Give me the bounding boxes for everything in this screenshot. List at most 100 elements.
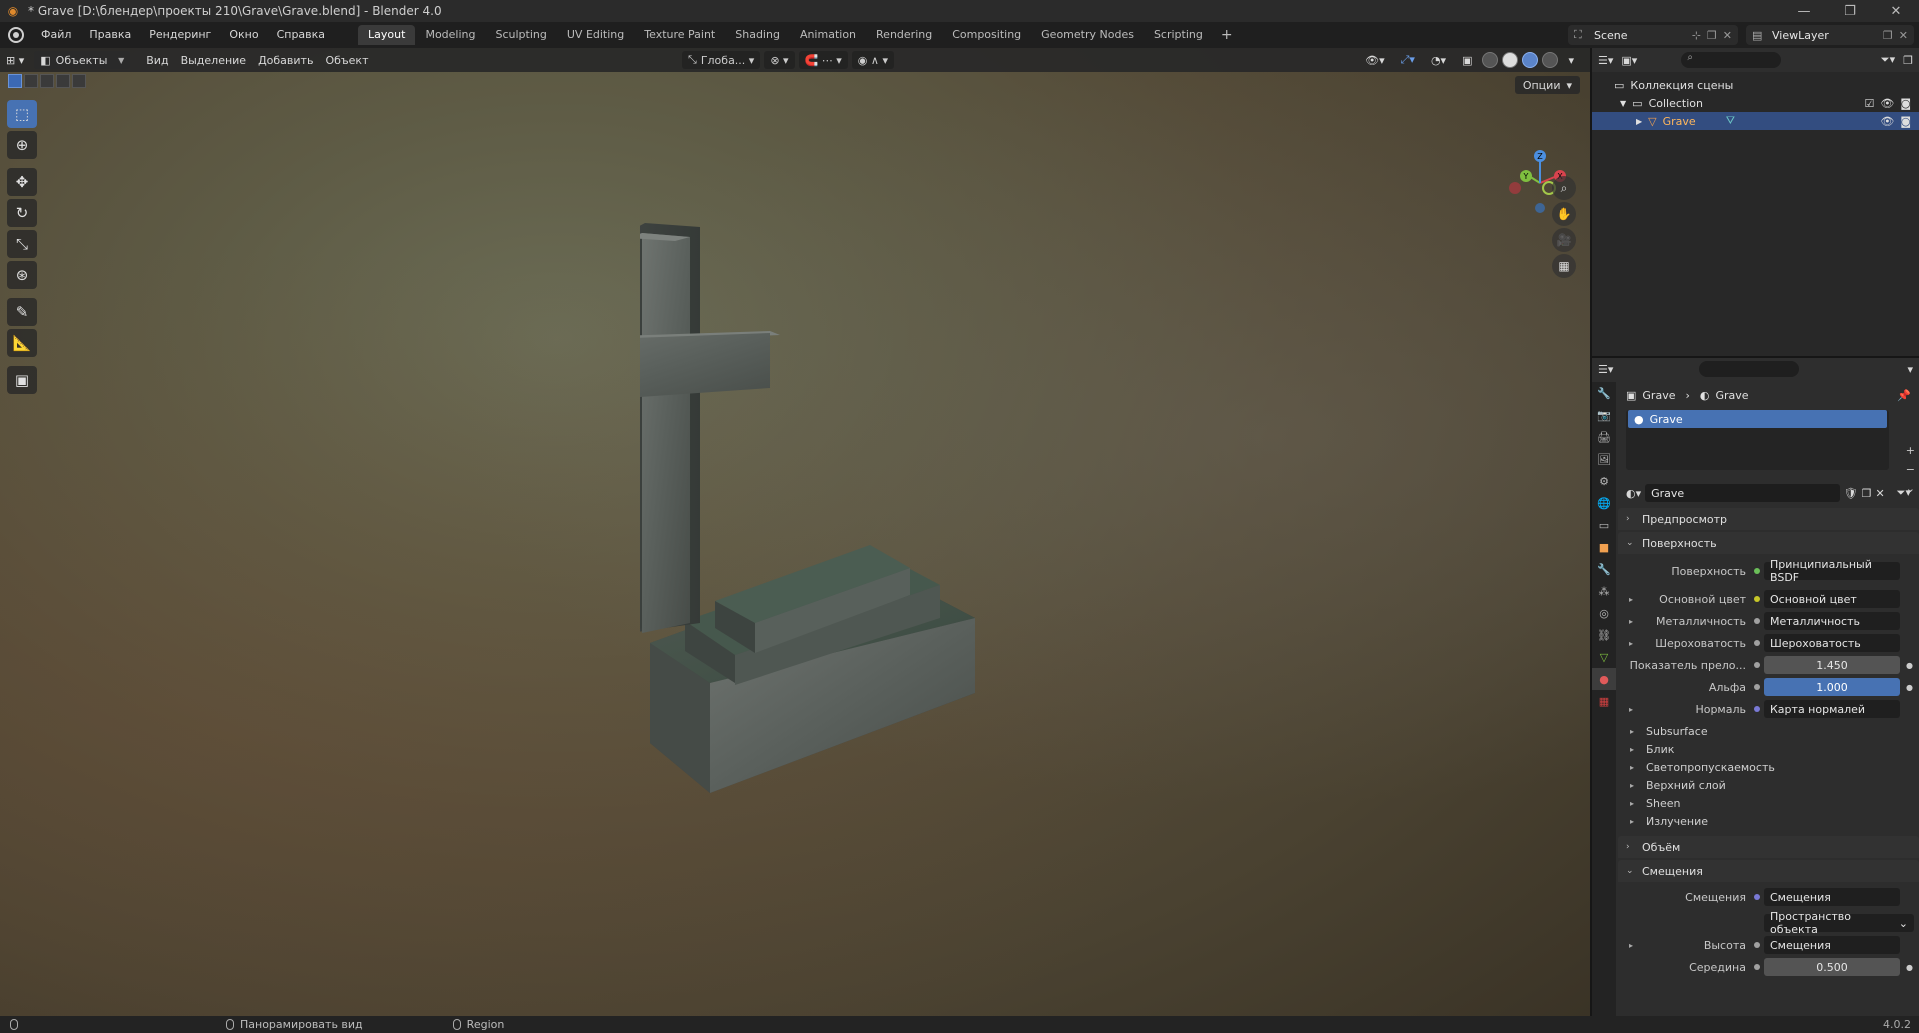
select-extend-icon[interactable]	[24, 74, 38, 88]
delete-scene-icon[interactable]: ✕	[1723, 29, 1732, 42]
blender-menu-icon[interactable]	[8, 27, 24, 43]
camera-view-icon[interactable]: 🎥	[1552, 228, 1576, 252]
physics-tab-icon[interactable]: ◎	[1592, 602, 1616, 624]
camera-icon[interactable]: ◙	[1900, 115, 1911, 128]
pivot-point-select[interactable]: ⊗ ▾	[764, 51, 795, 69]
tab-animation[interactable]: Animation	[790, 25, 866, 45]
rendered-shading-button[interactable]	[1542, 52, 1559, 68]
menu-object[interactable]: Объект	[319, 51, 374, 69]
modifier-tab-icon[interactable]: 🔧	[1592, 558, 1616, 580]
close-button[interactable]: ✕	[1873, 0, 1919, 22]
displacement-panel-header[interactable]: ⌄ Смещения	[1618, 860, 1919, 882]
shading-options-icon[interactable]: ▾	[1562, 51, 1580, 69]
outliner-object-row[interactable]: ▶ ▽ Grave ⛛ 👁 ◙	[1592, 112, 1919, 130]
tab-texture-paint[interactable]: Texture Paint	[634, 25, 725, 45]
minimize-button[interactable]: —	[1781, 0, 1827, 22]
eye-icon[interactable]: 👁	[1880, 115, 1894, 128]
constraints-tab-icon[interactable]: ⛓	[1592, 624, 1616, 646]
roughness-input[interactable]: Шероховатость	[1764, 634, 1900, 652]
hand-pan-icon[interactable]: ✋	[1552, 202, 1576, 226]
expand-arrow-icon[interactable]: ▸	[1624, 595, 1638, 604]
visibility-icon[interactable]: 👁▾	[1359, 51, 1391, 69]
outliner-search-input[interactable]: ⌕	[1681, 52, 1782, 68]
keyframe-dot-icon[interactable]: ●	[1906, 683, 1914, 692]
base-color-input[interactable]: Основной цвет	[1764, 590, 1900, 608]
tab-rendering[interactable]: Rendering	[866, 25, 942, 45]
alpha-slider[interactable]: 1.000	[1764, 678, 1900, 696]
menu-edit[interactable]: Правка	[80, 22, 140, 48]
outliner-editor-icon[interactable]: ☰▾	[1598, 54, 1613, 67]
midlevel-field[interactable]: 0.500	[1764, 958, 1900, 976]
rotate-tool[interactable]: ↻	[7, 199, 37, 227]
tool-tab-icon[interactable]: 🔧	[1592, 382, 1616, 404]
select-invert-icon[interactable]	[72, 74, 86, 88]
xray-icon[interactable]: ▣	[1456, 51, 1478, 69]
tab-modeling[interactable]: Modeling	[415, 25, 485, 45]
data-tab-icon[interactable]: ▽	[1592, 646, 1616, 668]
maximize-button[interactable]: ❐	[1827, 0, 1873, 22]
duplicate-material-icon[interactable]: ❐	[1862, 487, 1872, 500]
unlink-material-icon[interactable]: ✕	[1875, 487, 1884, 500]
view-layer-selector[interactable]: ▤ ViewLayer ❐ ✕	[1746, 25, 1914, 45]
gizmo-neg-x-axis[interactable]	[1509, 182, 1521, 194]
proportional-editing-toggle[interactable]: ◉ ∧ ▾	[851, 51, 894, 69]
keyframe-dot-icon[interactable]: ●	[1906, 963, 1914, 972]
menu-help[interactable]: Справка	[268, 22, 334, 48]
subpanel-emission[interactable]: ▸ Излучение	[1618, 812, 1919, 830]
expand-arrow-icon[interactable]: ▶	[1636, 117, 1642, 126]
eye-icon[interactable]: 👁	[1880, 97, 1894, 110]
snap-toggle[interactable]: 🧲 ⋯ ▾	[798, 51, 848, 69]
mode-select[interactable]: ◧ Объекты ▼	[34, 51, 131, 69]
zoom-icon[interactable]: ⌕	[1552, 176, 1576, 200]
options-dropdown[interactable]: Опции ▾	[1514, 76, 1580, 94]
select-subtract-icon[interactable]	[40, 74, 54, 88]
volume-panel-header[interactable]: › Объём	[1618, 836, 1919, 858]
tab-uv-editing[interactable]: UV Editing	[557, 25, 634, 45]
tab-shading[interactable]: Shading	[725, 25, 790, 45]
collection-row[interactable]: ▼ ▭ Collection ☑ 👁 ◙	[1592, 94, 1919, 112]
object-tab-icon[interactable]: ■	[1592, 536, 1616, 558]
tab-compositing[interactable]: Compositing	[942, 25, 1031, 45]
measure-tool[interactable]: 📐	[7, 329, 37, 357]
display-mode-icon[interactable]: ▣▾	[1621, 54, 1637, 67]
menu-select[interactable]: Выделение	[175, 51, 253, 69]
render-tab-icon[interactable]: 📷	[1592, 404, 1616, 426]
new-scene-icon[interactable]: ❐	[1707, 29, 1717, 42]
tab-layout[interactable]: Layout	[358, 25, 416, 45]
menu-render[interactable]: Рендеринг	[140, 22, 220, 48]
subpanel-coat[interactable]: ▸ Верхний слой	[1618, 776, 1919, 794]
subpanel-subsurface[interactable]: ▸ Subsurface	[1618, 722, 1919, 740]
solid-shading-button[interactable]	[1502, 52, 1519, 68]
scale-tool[interactable]: ⤡	[7, 230, 37, 258]
world-tab-icon[interactable]: 🌐	[1592, 492, 1616, 514]
new-view-layer-icon[interactable]: ❐	[1883, 29, 1893, 42]
tab-geometry-nodes[interactable]: Geometry Nodes	[1031, 25, 1144, 45]
pin-icon[interactable]: ⊹	[1692, 29, 1701, 42]
expand-arrow-icon[interactable]: ▸	[1624, 617, 1638, 626]
expand-arrow-icon[interactable]: ▸	[1624, 639, 1638, 648]
surface-shader-select[interactable]: Принципиальный BSDF	[1764, 558, 1900, 584]
camera-icon[interactable]: ◙	[1900, 97, 1911, 110]
3d-viewport[interactable]: ⊞ ▾ ◧ Объекты ▼ Вид Выделение Добавить Объ…	[0, 48, 1590, 1016]
subpanel-sheen[interactable]: ▸ Sheen	[1618, 794, 1919, 812]
height-input[interactable]: Смещения	[1764, 936, 1900, 954]
displacement-input[interactable]: Смещения	[1764, 888, 1900, 906]
add-cube-tool[interactable]: ▣	[7, 366, 37, 394]
menu-file[interactable]: Файл	[32, 22, 80, 48]
new-collection-icon[interactable]: ❐	[1903, 54, 1913, 67]
add-workspace-button[interactable]: +	[1213, 27, 1241, 43]
particles-tab-icon[interactable]: ⁂	[1592, 580, 1616, 602]
subpanel-transmission[interactable]: ▸ Светопропускаемость	[1618, 758, 1919, 776]
view-layer-tab-icon[interactable]: 🖼	[1592, 448, 1616, 470]
scene-collection-row[interactable]: ▭ Коллекция сцены	[1592, 76, 1919, 94]
material-browse-icon[interactable]: ◐▾	[1626, 487, 1641, 500]
mesh-data-icon[interactable]: ⛛	[1726, 114, 1735, 128]
checkbox-icon[interactable]: ☑	[1864, 97, 1874, 110]
material-preview-shading-button[interactable]	[1522, 52, 1539, 68]
remove-slot-button[interactable]: −	[1906, 463, 1915, 476]
editor-type-icon[interactable]: ⊞ ▾	[0, 51, 30, 69]
annotate-tool[interactable]: ✎	[7, 298, 37, 326]
menu-add[interactable]: Добавить	[252, 51, 319, 69]
keyframe-dot-icon[interactable]: ●	[1906, 661, 1914, 670]
expand-arrow-icon[interactable]: ▸	[1624, 941, 1638, 950]
